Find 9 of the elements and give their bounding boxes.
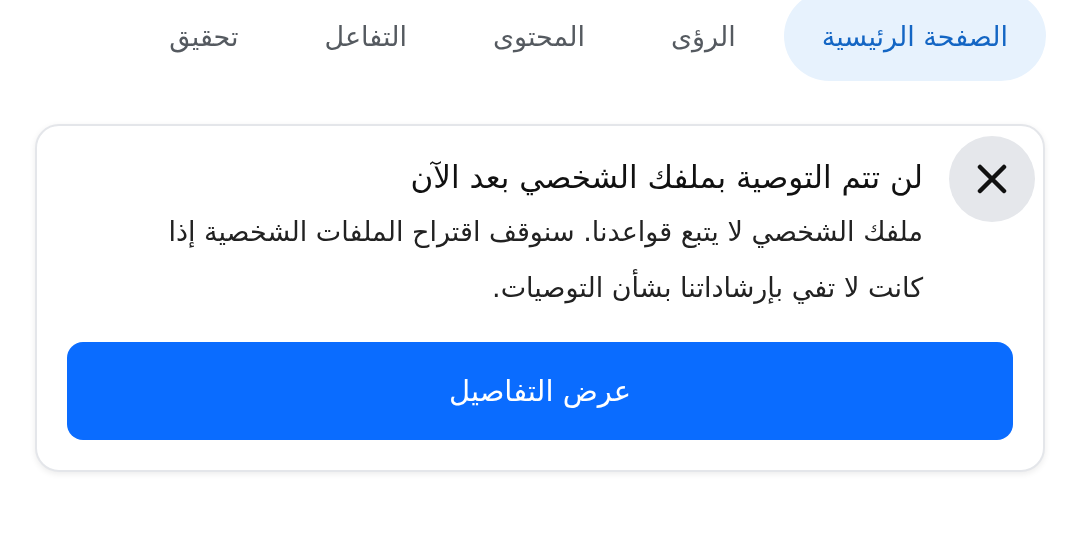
tab[interactable]: الرؤى bbox=[632, 0, 774, 81]
notice-text: ملفك الشخصي لا يتبع قواعدنا. سنوقف اقتراح الملفات الشخصية إذا كانت لا تفي بإرشاداتنا بشأن التوصيات. bbox=[167, 215, 923, 306]
tab[interactable]: المحتوى bbox=[454, 0, 623, 81]
tab[interactable]: التفاعل bbox=[286, 0, 445, 81]
tab[interactable]: الصفحة الرئيسية bbox=[783, 0, 1046, 81]
notice-title: لن تتم التوصية بملفك الشخصي بعد الآن bbox=[409, 158, 923, 198]
tab[interactable]: تحقيق bbox=[131, 0, 277, 81]
details-button[interactable]: عرض التفاصيل bbox=[67, 342, 1013, 440]
close-icon bbox=[977, 164, 1007, 194]
